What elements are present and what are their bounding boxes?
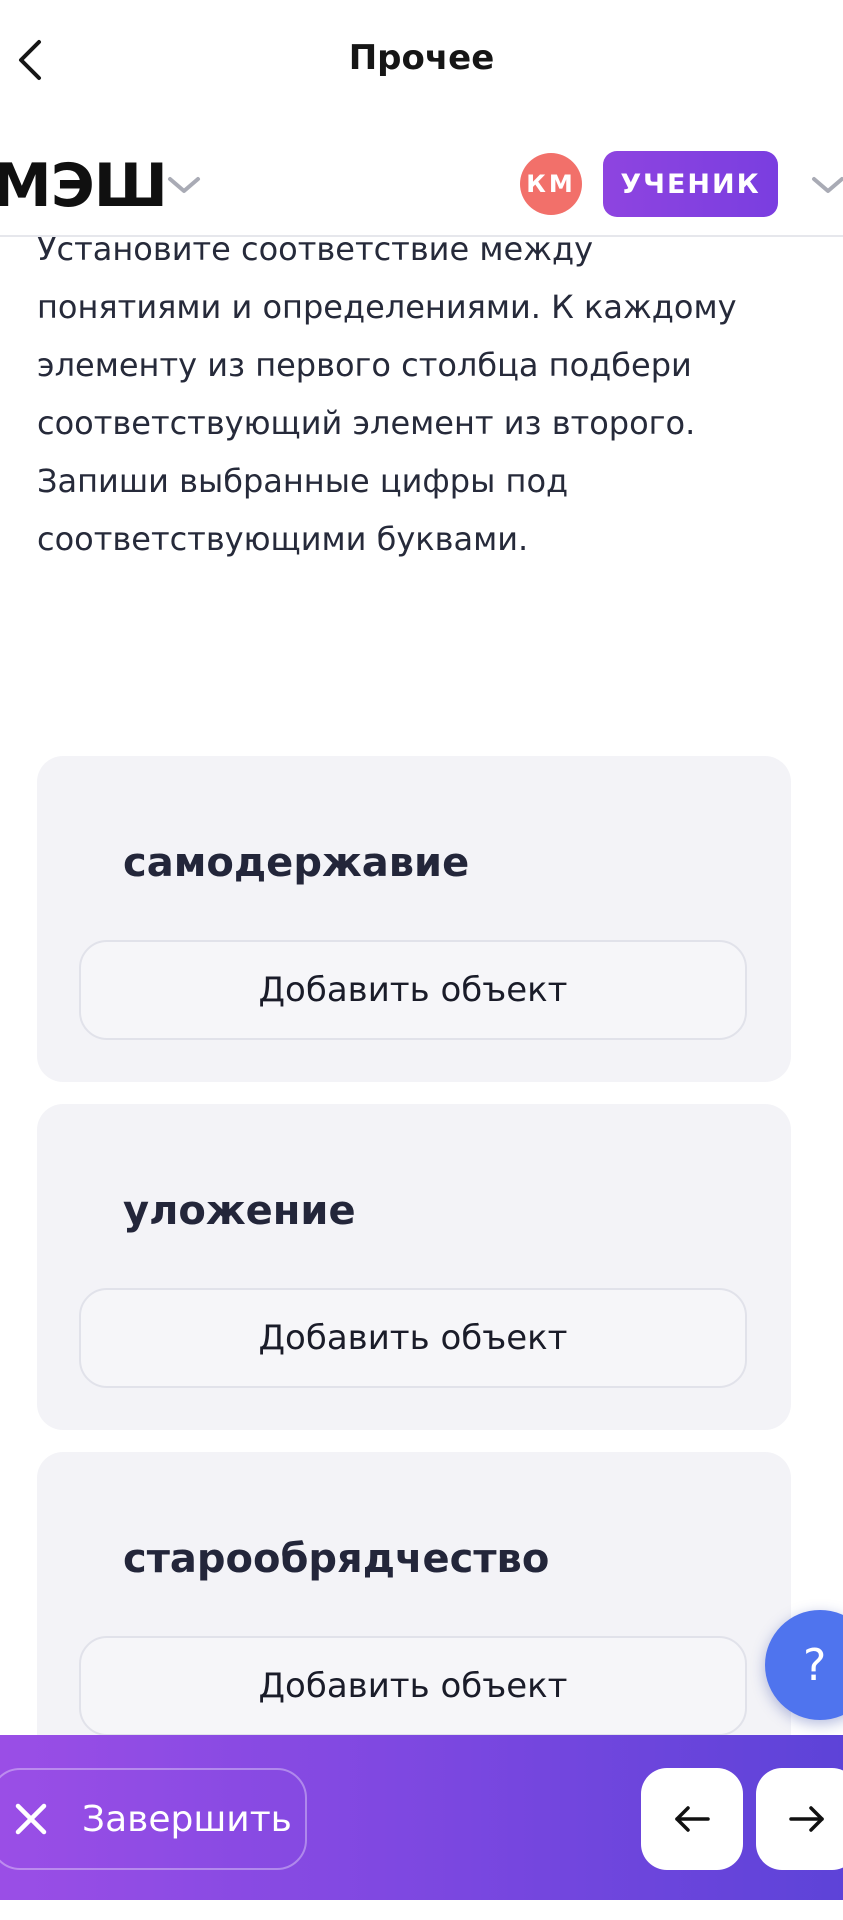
top-navigation-bar: Прочее	[0, 0, 843, 125]
role-badge[interactable]: УЧЕНИК	[603, 151, 778, 217]
bottom-action-bar: Завершить	[0, 1735, 843, 1900]
avatar[interactable]: КМ	[520, 153, 582, 215]
match-card: самодержавие Добавить объект	[37, 756, 791, 1082]
question-line: соответствующий элемент из второго.	[37, 404, 696, 442]
previous-question-button[interactable]	[641, 1768, 743, 1870]
page-title: Прочее	[348, 38, 495, 78]
add-object-button[interactable]: Добавить объект	[79, 1288, 747, 1388]
close-icon	[15, 1803, 47, 1835]
next-question-button[interactable]	[756, 1768, 843, 1870]
finish-button[interactable]: Завершить	[0, 1768, 307, 1870]
match-term: уложение	[123, 1188, 356, 1234]
chevron-down-icon[interactable]	[166, 173, 202, 197]
match-card: старообрядчество Добавить объект	[37, 1452, 791, 1778]
add-object-button[interactable]: Добавить объект	[79, 1636, 747, 1736]
finish-button-label: Завершить	[82, 1798, 292, 1840]
chevron-down-icon[interactable]	[810, 173, 843, 197]
question-text: Установите соответствие между понятиями …	[37, 220, 797, 568]
page: Прочее МЭШ КМ УЧЕНИК Установите соответс…	[0, 0, 843, 1920]
question-mark-icon: ?	[803, 1639, 827, 1691]
question-line: Запиши выбранные цифры под	[37, 462, 569, 500]
mesh-logo[interactable]: МЭШ	[0, 151, 168, 221]
arrow-right-icon	[789, 1806, 824, 1832]
match-term: самодержавие	[123, 840, 470, 886]
match-card: уложение Добавить объект	[37, 1104, 791, 1430]
arrow-left-icon	[675, 1806, 710, 1832]
question-line: соответствующими буквами.	[37, 520, 529, 558]
app-header: МЭШ КМ УЧЕНИК	[0, 125, 843, 237]
question-line: элементу из первого столбца подбери	[37, 346, 692, 384]
add-object-button[interactable]: Добавить объект	[79, 940, 747, 1040]
bottom-safe-area	[0, 1900, 843, 1920]
question-line: понятиями и определениями. К каждому	[37, 288, 737, 326]
match-term: старообрядчество	[123, 1536, 550, 1582]
